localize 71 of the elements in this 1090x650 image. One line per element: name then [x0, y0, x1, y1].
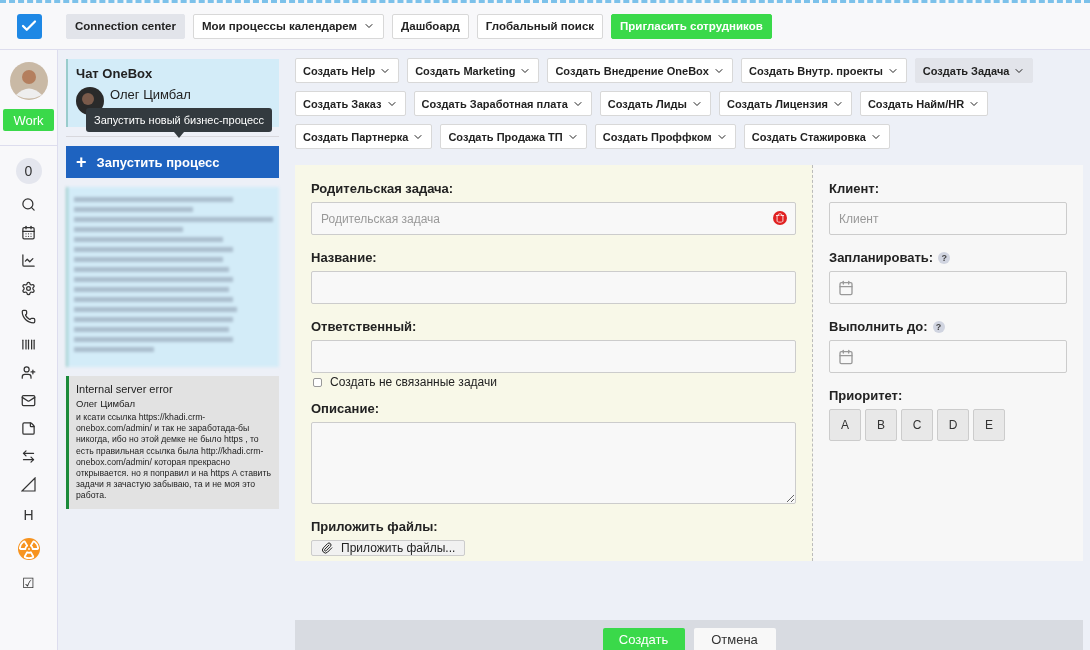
h-link[interactable]: H [23, 505, 34, 525]
calendar-icon[interactable] [21, 225, 36, 240]
create-dropdown-button[interactable]: Создать Найм/HR [859, 91, 989, 116]
priority-button[interactable]: E [973, 409, 1005, 441]
nav-tab[interactable]: Глобальный поиск [476, 13, 604, 39]
create-dropdown-button[interactable]: Создать Проффком [594, 124, 736, 149]
checkbox-label: Создать не связанные задачи [330, 375, 497, 389]
priority-button[interactable]: D [937, 409, 969, 441]
create-dropdown-button[interactable]: Создать Стажировка [743, 124, 890, 149]
priority-button[interactable]: A [829, 409, 861, 441]
paperclip-icon [321, 542, 333, 554]
create-dropdown-button[interactable]: Создать Внутр. проекты [740, 58, 907, 83]
chat-author: Олег Цимбал [110, 87, 191, 102]
field-label: Приоритет: [829, 388, 903, 403]
phone-icon[interactable] [21, 309, 36, 324]
priority-button[interactable]: B [865, 409, 897, 441]
field-label: Название: [311, 250, 377, 265]
field-label: Описание: [311, 401, 379, 416]
logo-icon[interactable] [16, 13, 42, 39]
checkbox[interactable] [313, 377, 322, 387]
message-title: Internal server error [76, 383, 174, 395]
create-dropdown-button[interactable]: Создать Лиды [599, 91, 711, 116]
schedule-date-field[interactable] [829, 271, 1067, 304]
chart-icon[interactable] [21, 253, 36, 268]
create-dropdown-button[interactable]: Создать Заработная плата [413, 91, 592, 116]
responsible-field[interactable] [311, 340, 796, 373]
swap-icon[interactable] [21, 449, 36, 464]
field-label: Ответственный: [311, 319, 417, 334]
create-dropdown-button[interactable]: Создать Help [295, 58, 400, 83]
field-label: Клиент: [829, 181, 879, 196]
launch-process-button[interactable]: + Запустить процесс [66, 146, 279, 178]
cancel-button[interactable]: Отмена [693, 628, 776, 650]
create-dropdown-button[interactable]: Создать Заказ [295, 91, 406, 116]
attach-files-button[interactable]: Приложить файлы... [311, 540, 466, 556]
message-text: и ксати ссылка https://khadi.crm-onebox.com/admin/ и так не заработада-бы никогда, ибо но этой демке не было https , то есть правильная ссылка была http://khadi.crm-onebox.com/admin/ которая прекрасно открывается. но я поправил и на https А ставить задачи я зачастую забываю, та и не моя это работа. [76, 412, 272, 502]
mail-icon[interactable] [21, 393, 36, 408]
tooltip-pointer-icon [174, 132, 185, 138]
help-icon[interactable]: ? [932, 320, 945, 333]
deadline-date-field[interactable] [829, 340, 1067, 373]
create-dropdown-button[interactable]: Создать Продажа ТП [440, 124, 587, 149]
avatar-icon [9, 62, 48, 100]
chat-title: Чат OneBox [76, 66, 154, 81]
name-field[interactable] [311, 271, 796, 304]
nav-tab[interactable]: Дашбоард [392, 13, 469, 39]
triangle-icon[interactable] [21, 477, 36, 492]
client-field[interactable]: Клиент [829, 202, 1067, 235]
tooltip: Запустить новый бизнес-процесс [86, 108, 273, 132]
search-icon[interactable] [21, 197, 36, 212]
parent-task-field[interactable]: Родительская задача [311, 202, 796, 235]
nav-tab[interactable]: Connection center [66, 13, 185, 39]
settings-icon[interactable] [21, 281, 36, 296]
create-dropdown-button[interactable]: Создать Внедрение OneBox [547, 58, 733, 83]
counter-badge[interactable]: 0 [15, 158, 42, 184]
field-label: Выполнить до: [829, 319, 928, 334]
user-plus-icon[interactable] [21, 365, 36, 380]
nav-tab[interactable]: Мои процессы календарем [192, 13, 385, 39]
field-label: Приложить файлы: [311, 519, 438, 534]
description-field[interactable] [311, 422, 796, 504]
note-icon[interactable] [21, 421, 36, 436]
barcode-icon[interactable] [21, 337, 36, 352]
create-dropdown-button[interactable]: Создать Партнерка [295, 124, 433, 149]
create-dropdown-button[interactable]: Создать Задача [914, 58, 1034, 83]
checkbox-link[interactable]: ☑ [22, 573, 35, 593]
create-dropdown-button[interactable]: Создать Лицензия [718, 91, 852, 116]
message-card[interactable] [66, 376, 279, 509]
field-label: Родительская задача: [311, 181, 454, 196]
create-dropdown-button[interactable]: Создать Marketing [407, 58, 540, 83]
field-label: Запланировать: [829, 250, 934, 265]
priority-button[interactable]: C [901, 409, 933, 441]
help-icon[interactable]: ? [938, 251, 951, 264]
message-author: Олег Цимбал [76, 398, 137, 409]
